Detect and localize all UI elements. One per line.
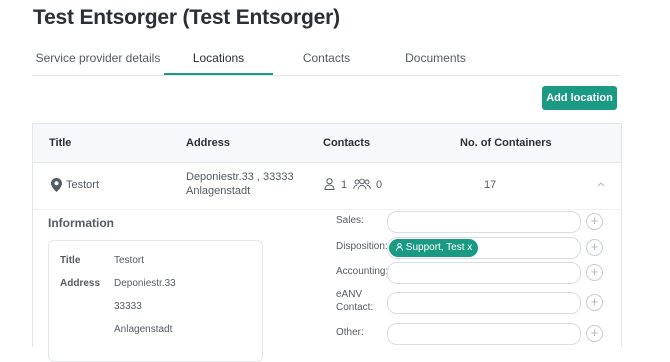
eanv-label-line1: eANV (336, 289, 363, 300)
accounting-label: Accounting: (336, 266, 389, 277)
add-sales-plus-icon[interactable]: + (586, 213, 603, 230)
chevron-up-icon[interactable] (596, 178, 606, 190)
tab-contacts[interactable]: Contacts (273, 44, 380, 74)
header-title: Title (49, 137, 72, 149)
disposition-label: Disposition: (336, 241, 388, 252)
contacts-group-count: 0 (376, 179, 383, 191)
information-heading: Information (48, 216, 114, 230)
user-icon (396, 243, 403, 251)
location-pin-icon (51, 178, 62, 192)
locations-table: Title Address Contacts No. of Containers… (32, 123, 622, 362)
location-title: Testort (66, 179, 100, 191)
info-address-city: Anlagenstadt (114, 324, 173, 335)
info-title-key: Title (60, 255, 81, 266)
table-row[interactable]: Testort Deponiestr.33 , 33333 Anlagensta… (33, 163, 621, 209)
add-disposition-plus-icon[interactable]: + (586, 239, 603, 256)
tab-locations[interactable]: Locations (164, 44, 273, 75)
location-address-line2: Anlagenstadt (186, 185, 251, 197)
tab-bar: Service provider details Locations Conta… (32, 44, 620, 76)
contacts-person-count: 1 (341, 179, 348, 191)
header-contacts: Contacts (323, 137, 371, 149)
accounting-field[interactable] (387, 262, 581, 284)
add-accounting-plus-icon[interactable]: + (586, 264, 603, 281)
disposition-contact-chip[interactable]: Support, Test x (389, 239, 479, 257)
disposition-field[interactable]: Support, Test x (387, 237, 581, 259)
header-containers[interactable]: No. of Containers (460, 124, 552, 162)
location-address-line1: Deponiestr.33 , 33333 (186, 171, 294, 183)
information-card: Title Testort Address Deponiestr.33 3333… (48, 240, 263, 362)
person-icon (324, 178, 335, 191)
info-address-zip: 33333 (114, 301, 142, 312)
containers-count: 17 (484, 179, 497, 191)
add-eanv-plus-icon[interactable]: + (586, 294, 603, 311)
eanv-label-line2: Contact: (336, 302, 374, 313)
header-address: Address (186, 137, 231, 149)
tab-documents[interactable]: Documents (380, 44, 491, 74)
info-address-street: Deponiestr.33 (114, 278, 176, 289)
sales-label: Sales: (336, 215, 364, 226)
disposition-chip-label: Support, Test x (405, 242, 473, 253)
info-address-key: Address (60, 278, 101, 289)
location-detail-panel: Information Title Testort Address Deponi… (33, 209, 621, 362)
other-label: Other: (336, 327, 364, 338)
page-title: Test Entsorger (Test Entsorger) (33, 6, 340, 29)
info-title-value: Testort (114, 255, 145, 266)
table-header: Title Address Contacts No. of Containers (33, 124, 621, 163)
group-icon (353, 178, 371, 190)
add-other-plus-icon[interactable]: + (586, 325, 603, 342)
add-location-button[interactable]: Add location (542, 86, 617, 110)
eanv-contact-field[interactable] (387, 292, 581, 314)
tab-service-provider-details[interactable]: Service provider details (32, 44, 164, 74)
other-field[interactable] (387, 323, 581, 345)
sales-field[interactable] (387, 211, 581, 233)
